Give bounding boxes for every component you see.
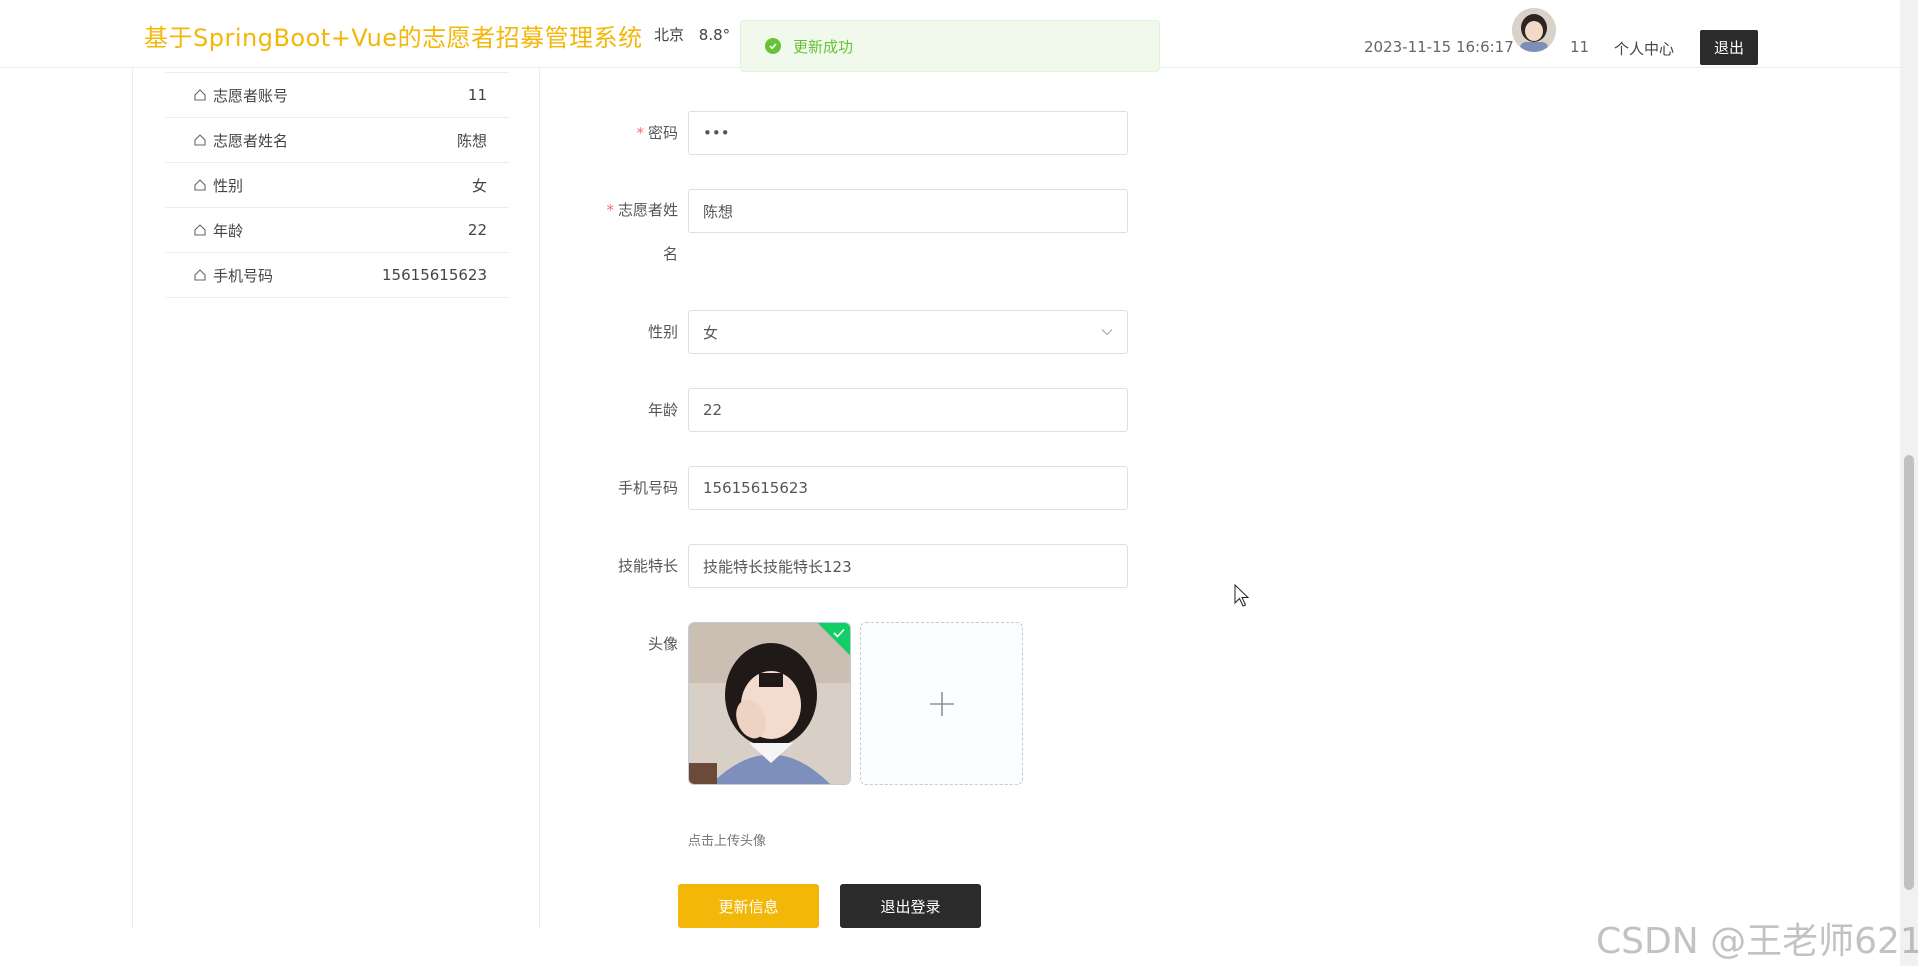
home-icon (194, 89, 206, 101)
mouse-cursor-icon (1234, 584, 1250, 607)
gender-label: 性别 (647, 323, 678, 341)
age-label: 年龄 (647, 401, 678, 419)
info-row-age: 年龄 22 (165, 208, 509, 253)
toast-message: 更新成功 (793, 37, 854, 56)
password-input[interactable] (688, 111, 1128, 155)
info-row-name: 志愿者姓名 陈想 (165, 118, 509, 163)
profile-info-panel: 志愿者账号 11 志愿者姓名 陈想 性别 女 年龄 22 手机号码 156156… (132, 68, 540, 928)
info-label: 性别 (213, 176, 244, 195)
avatar-photo (689, 623, 850, 784)
info-value: 陈想 (456, 131, 487, 150)
home-icon (194, 134, 206, 146)
weather-temp: 8.8° (698, 26, 731, 44)
plus-icon (929, 691, 954, 716)
update-info-button[interactable]: 更新信息 (678, 884, 819, 928)
skills-label: 技能特长 (617, 557, 678, 575)
name-label-wrap: 名 (662, 245, 678, 263)
success-toast: 更新成功 (740, 20, 1160, 72)
info-value: 女 (471, 176, 487, 195)
info-label: 志愿者账号 (213, 86, 289, 105)
gender-selected-value: 女 (703, 323, 719, 342)
profile-center-link[interactable]: 个人中心 (1614, 38, 1674, 59)
avatar-upload-button[interactable] (860, 622, 1023, 785)
info-row-phone: 手机号码 15615615623 (165, 253, 509, 298)
password-label: * 密码 (636, 124, 678, 142)
age-input[interactable] (688, 388, 1128, 432)
gender-select[interactable]: 女 (688, 310, 1128, 354)
page-scrollbar[interactable] (1900, 0, 1918, 966)
check-circle-icon (765, 38, 781, 54)
info-row-gender: 性别 女 (165, 163, 509, 208)
profile-info-list: 志愿者账号 11 志愿者姓名 陈想 性别 女 年龄 22 手机号码 156156… (165, 72, 509, 298)
home-icon (194, 224, 206, 236)
user-avatar[interactable] (1512, 8, 1556, 52)
skills-input[interactable] (688, 544, 1128, 588)
info-label: 志愿者姓名 (213, 131, 289, 150)
info-label: 年龄 (213, 221, 244, 240)
weather-city: 北京 (654, 26, 685, 44)
uploaded-avatar-image[interactable] (688, 622, 851, 785)
name-label: * 志愿者姓 (606, 201, 678, 219)
logout-login-button[interactable]: 退出登录 (840, 884, 981, 928)
username: 11 (1570, 38, 1590, 56)
info-value: 22 (467, 221, 487, 239)
info-value: 11 (467, 86, 487, 104)
avatar-label: 头像 (647, 635, 678, 653)
check-icon (833, 628, 845, 638)
info-row-account: 志愿者账号 11 (165, 73, 509, 118)
site-title[interactable]: 基于SpringBoot+Vue的志愿者招募管理系统 (144, 18, 643, 53)
scrollbar-thumb[interactable] (1904, 455, 1914, 890)
chevron-down-icon (1101, 329, 1113, 336)
info-value: 15615615623 (382, 266, 487, 284)
phone-label: 手机号码 (617, 479, 678, 497)
phone-input[interactable] (688, 466, 1128, 510)
upload-tip: 点击上传头像 (688, 834, 767, 849)
logout-button[interactable]: 退出 (1700, 30, 1758, 65)
current-datetime: 2023-11-15 16:6:17 (1364, 38, 1514, 56)
home-icon (194, 269, 206, 281)
name-input[interactable] (688, 189, 1128, 233)
info-label: 手机号码 (213, 266, 274, 285)
watermark: CSDN @王老师621 (1596, 921, 1918, 962)
home-icon (194, 179, 206, 191)
